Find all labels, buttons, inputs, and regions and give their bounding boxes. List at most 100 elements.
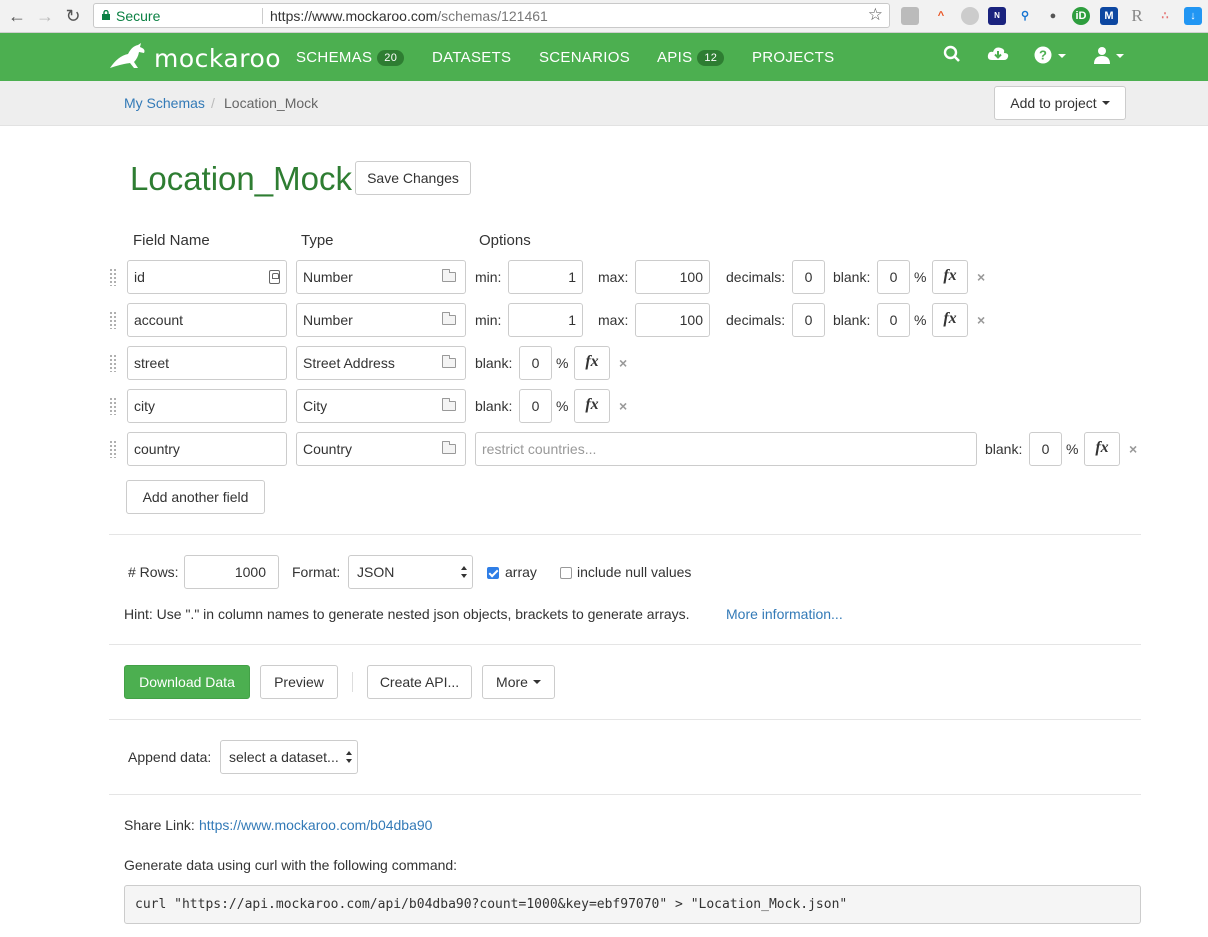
drag-handle-icon[interactable] [109, 311, 117, 329]
blank-input[interactable]: 0 [519, 346, 552, 380]
save-changes-button[interactable]: Save Changes [355, 161, 471, 195]
field-type-value: Number [303, 269, 353, 285]
rows-label: # Rows: [128, 564, 179, 580]
drag-handle-icon[interactable] [109, 354, 117, 372]
append-dataset-value: select a dataset... [229, 749, 339, 765]
nav-scenarios[interactable]: SCENARIOS [539, 49, 630, 66]
min-input[interactable]: 1 [508, 260, 583, 294]
max-input[interactable]: 100 [635, 303, 710, 337]
id-card-icon [269, 270, 280, 284]
remove-field-icon[interactable]: × [977, 312, 985, 328]
decimals-input[interactable]: 0 [792, 260, 825, 294]
field-type-select[interactable]: Number [296, 260, 466, 294]
append-dataset-select[interactable]: select a dataset... [220, 740, 358, 774]
address-bar[interactable]: Secure https://www.mockaroo.com/schemas/… [93, 3, 890, 28]
user-menu[interactable] [1094, 45, 1124, 66]
add-to-project-button[interactable]: Add to project [994, 86, 1126, 120]
kangaroo-logo-icon [110, 43, 145, 68]
extension-id-icon[interactable]: iD [1072, 7, 1090, 25]
field-name-input[interactable]: city [127, 389, 287, 423]
folder-icon [442, 398, 456, 411]
back-icon[interactable]: ← [6, 5, 28, 27]
extension-r-icon[interactable]: R [1128, 7, 1146, 25]
curl-command[interactable]: curl "https://api.mockaroo.com/api/b04db… [124, 885, 1141, 924]
remove-field-icon[interactable]: × [1129, 441, 1137, 457]
column-field-name: Field Name [133, 232, 210, 249]
field-name-input[interactable]: street [127, 346, 287, 380]
schemas-count-badge: 20 [377, 50, 405, 66]
download-data-button[interactable]: Download Data [124, 665, 250, 699]
divider [109, 534, 1141, 535]
blank-input[interactable]: 0 [877, 303, 910, 337]
folder-icon [442, 312, 456, 325]
extension-buffer-icon[interactable] [901, 7, 919, 25]
nav-apis[interactable]: APIS 12 [657, 49, 725, 66]
add-another-field-button[interactable]: Add another field [126, 480, 265, 514]
forward-icon[interactable]: → [34, 5, 56, 27]
array-checkbox[interactable] [487, 567, 499, 579]
more-information-link[interactable]: More information... [726, 606, 843, 622]
reload-icon[interactable]: ↻ [62, 5, 84, 27]
extension-new-icon[interactable]: N [988, 7, 1006, 25]
field-name-input[interactable]: id [127, 260, 287, 294]
help-menu[interactable]: ? [1034, 45, 1066, 66]
min-input[interactable]: 1 [508, 303, 583, 337]
extension-rainbow-icon[interactable]: ^ [932, 7, 950, 25]
create-api-button[interactable]: Create API... [367, 665, 472, 699]
bookmark-star-icon[interactable]: ☆ [868, 5, 883, 25]
nav-schemas[interactable]: SCHEMAS 20 [296, 49, 405, 66]
field-type-select[interactable]: Number [296, 303, 466, 337]
select-arrows-icon [461, 566, 467, 578]
formula-button[interactable]: fx [574, 346, 610, 380]
extension-key-icon[interactable]: ⚲ [1016, 7, 1034, 25]
hint-text: Hint: Use "." in column names to generat… [124, 606, 690, 622]
field-name-value: id [134, 269, 145, 285]
nav-datasets[interactable]: DATASETS [432, 49, 511, 66]
preview-button[interactable]: Preview [260, 665, 338, 699]
nav-projects[interactable]: PROJECTS [752, 49, 834, 66]
caret-down-icon [532, 680, 541, 684]
drag-handle-icon[interactable] [109, 397, 117, 415]
field-name-input[interactable]: account [127, 303, 287, 337]
remove-field-icon[interactable]: × [619, 398, 627, 414]
field-name-input[interactable]: country [127, 432, 287, 466]
share-link-url[interactable]: https://www.mockaroo.com/b04dba90 [199, 817, 432, 833]
field-type-select[interactable]: Country [296, 432, 466, 466]
cloud-download-icon[interactable] [987, 45, 1009, 68]
divider [109, 794, 1141, 795]
format-select[interactable]: JSON [348, 555, 473, 589]
field-type-select[interactable]: Street Address [296, 346, 466, 380]
formula-button[interactable]: fx [932, 260, 968, 294]
blank-input[interactable]: 0 [1029, 432, 1062, 466]
blank-input[interactable]: 0 [877, 260, 910, 294]
formula-button[interactable]: fx [932, 303, 968, 337]
decimals-input[interactable]: 0 [792, 303, 825, 337]
nav-apis-label: APIS [657, 49, 693, 66]
formula-button[interactable]: fx [574, 389, 610, 423]
extension-circle-icon[interactable] [961, 7, 979, 25]
extension-m-icon[interactable]: M [1100, 7, 1118, 25]
remove-field-icon[interactable]: × [977, 269, 985, 285]
extension-asana-icon[interactable]: ∴ [1156, 7, 1174, 25]
search-icon[interactable] [943, 45, 961, 68]
breadcrumb-separator: / [211, 95, 215, 111]
extension-evernote-icon[interactable]: ● [1044, 7, 1062, 25]
extension-download-icon[interactable]: ↓ [1184, 7, 1202, 25]
field-type-select[interactable]: City [296, 389, 466, 423]
blank-input[interactable]: 0 [519, 389, 552, 423]
drag-handle-icon[interactable] [109, 440, 117, 458]
array-label: array [505, 564, 537, 580]
apis-count-badge: 12 [697, 50, 725, 66]
breadcrumb-my-schemas[interactable]: My Schemas [124, 95, 205, 111]
more-button[interactable]: More [482, 665, 555, 699]
user-icon [1094, 47, 1110, 64]
max-input[interactable]: 100 [635, 260, 710, 294]
formula-button[interactable]: fx [1084, 432, 1120, 466]
rows-input[interactable]: 1000 [184, 555, 279, 589]
restrict-countries-input[interactable]: restrict countries... [475, 432, 977, 466]
remove-field-icon[interactable]: × [619, 355, 627, 371]
include-null-checkbox[interactable] [560, 567, 572, 579]
select-arrows-icon [346, 751, 352, 763]
chevron-down-icon [1058, 54, 1066, 58]
drag-handle-icon[interactable] [109, 268, 117, 286]
